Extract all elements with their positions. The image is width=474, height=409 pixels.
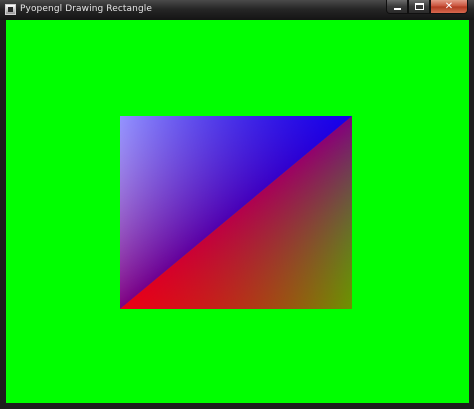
maximize-button[interactable]	[408, 0, 430, 14]
window-title: Pyopengl Drawing Rectangle	[20, 4, 153, 14]
title-bar[interactable]: Pyopengl Drawing Rectangle ✕	[0, 0, 474, 20]
opengl-canvas[interactable]	[6, 20, 469, 403]
close-icon: ✕	[444, 1, 454, 12]
gradient-rectangle-svg	[120, 116, 352, 309]
app-window: Pyopengl Drawing Rectangle ✕	[0, 0, 474, 409]
minimize-button[interactable]	[386, 0, 408, 14]
gradient-rectangle	[120, 116, 352, 309]
minimize-icon	[394, 8, 401, 10]
app-icon[interactable]	[5, 4, 16, 15]
maximize-icon	[415, 3, 424, 10]
close-button[interactable]: ✕	[430, 0, 468, 14]
window-controls: ✕	[386, 0, 468, 15]
